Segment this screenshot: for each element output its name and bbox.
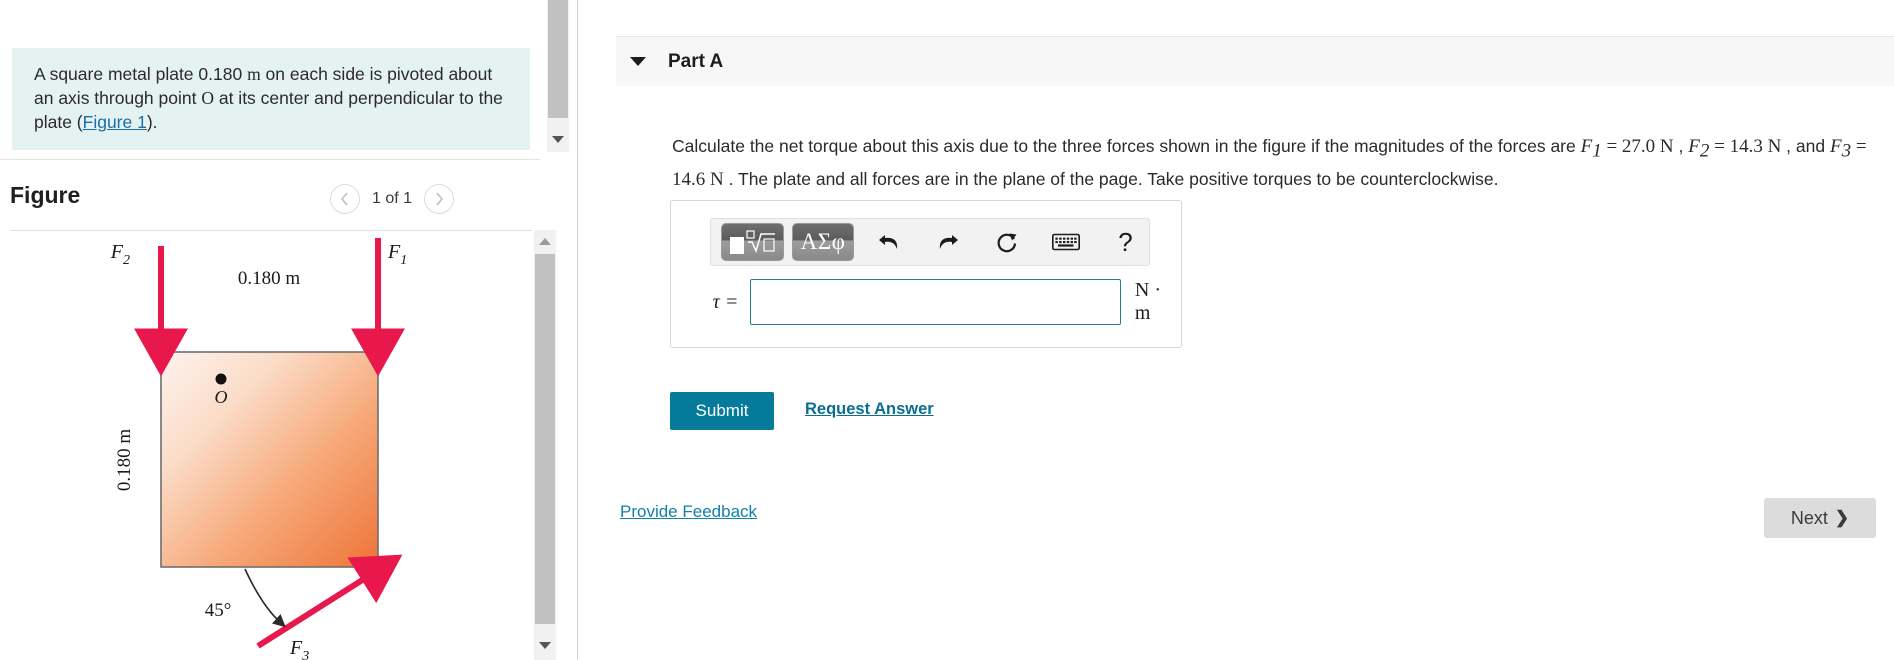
question-text: Calculate the net torque about this axis… (672, 133, 1882, 195)
answer-unit-label: N · m (1134, 279, 1162, 324)
metal-plate (160, 351, 379, 568)
question-sep-1: , (1673, 136, 1689, 156)
figure-counter: 1 of 1 (371, 190, 412, 207)
figure-1-link[interactable]: Figure 1 (83, 112, 147, 132)
chevron-right-icon (435, 192, 443, 206)
figure-header: Figure 1 of 1 (0, 178, 540, 230)
part-a-header[interactable]: Part A (616, 36, 1894, 86)
figure-scrollbar-thumb[interactable] (535, 254, 555, 624)
angle-label-45: 45° (205, 600, 232, 621)
chevron-down-icon (539, 641, 551, 649)
keyboard-icon (1052, 233, 1081, 251)
greek-symbols-label: ΑΣφ (800, 229, 846, 254)
question-text-a: Calculate the net torque about this axis… (672, 136, 1581, 156)
provide-feedback-link[interactable]: Provide Feedback (620, 502, 757, 522)
top-dimension-label: 0.180 m (238, 268, 301, 289)
exercise-page: A square metal plate 0.180 m on each sid… (0, 0, 1894, 660)
chevron-up-icon (539, 237, 551, 245)
figure-divider (10, 230, 532, 231)
figure-canvas: O F2 F1 0.180 m 0.180 m F3 45° (0, 234, 522, 660)
request-answer-link[interactable]: Request Answer (805, 400, 934, 419)
undo-button[interactable] (866, 222, 913, 262)
reset-button[interactable] (984, 222, 1031, 262)
left-dimension-label: 0.180 m (114, 429, 135, 492)
question-f2-symbol: F (1688, 136, 1700, 157)
chevron-right-icon: ❯ (1834, 508, 1850, 527)
force-f3-label: F3 (289, 637, 309, 660)
figure-scrollbar[interactable] (534, 230, 556, 660)
statement-text-1: A square metal plate 0.180 (34, 64, 248, 84)
statement-point-o: O (201, 88, 214, 109)
question-f1-symbol: F (1580, 136, 1593, 157)
problem-statement-region: A square metal plate 0.180 m on each sid… (0, 0, 540, 160)
keyboard-button[interactable] (1043, 222, 1090, 262)
question-f3-subscript: 3 (1841, 140, 1852, 162)
undo-arrow-icon (879, 235, 898, 249)
question-mark-icon: ? (1118, 226, 1133, 257)
part-a-title: Part A (668, 50, 724, 72)
question-f2-subscript: 2 (1699, 140, 1710, 162)
redo-arrow-icon (940, 235, 959, 249)
figure-navigation: 1 of 1 (329, 184, 454, 214)
statement-scroll-down-button[interactable] (547, 128, 569, 150)
help-button[interactable]: ? (1102, 222, 1149, 262)
redo-button[interactable] (925, 222, 972, 262)
statement-unit-m: m (247, 64, 261, 84)
caret-down-icon[interactable] (630, 57, 646, 66)
pivot-label-o: O (215, 387, 228, 407)
question-text-b: . The plate and all forces are in the pl… (723, 169, 1499, 189)
math-template-button[interactable] (721, 223, 785, 261)
question-f2-value: = 14.3 N (1709, 136, 1782, 157)
next-button[interactable]: Next ❯ (1764, 498, 1876, 538)
tau-variable-label: τ = (712, 290, 739, 313)
reset-circular-arrow-icon (997, 233, 1017, 253)
question-f1-value: = 27.0 N (1601, 136, 1674, 157)
force-f3-arrow (256, 554, 403, 649)
answer-input-row: τ = N · m (685, 279, 1181, 325)
question-sep-2: , and (1781, 136, 1830, 156)
problem-statement: A square metal plate 0.180 m on each sid… (12, 48, 530, 151)
figure-prev-button[interactable] (329, 184, 360, 214)
chevron-down-icon (552, 135, 564, 143)
greek-symbols-button[interactable]: ΑΣφ (792, 223, 854, 261)
radical-icon (745, 230, 775, 254)
math-template-icon (729, 230, 776, 254)
submit-button[interactable]: Submit (670, 392, 774, 430)
answer-input[interactable] (750, 279, 1121, 325)
figure-scroll-down-button[interactable] (534, 634, 556, 656)
pivot-point-dot (215, 373, 227, 385)
figure-next-button[interactable] (424, 184, 454, 214)
answer-entry-box: ΑΣφ ? τ = N · m (670, 200, 1182, 348)
statement-scrollbar-thumb[interactable] (548, 0, 568, 118)
question-f1-subscript: 1 (1592, 140, 1602, 162)
math-toolbar: ΑΣφ ? (710, 218, 1150, 266)
chevron-left-icon (341, 192, 349, 206)
plate-force-diagram: O F2 F1 0.180 m 0.180 m F3 45° (110, 238, 407, 660)
figure-scroll-up-button[interactable] (534, 230, 556, 252)
figure-title: Figure (10, 182, 81, 208)
statement-scrollbar[interactable] (547, 0, 569, 152)
next-button-label: Next (1790, 507, 1828, 528)
statement-text-4: ). (146, 112, 158, 133)
angle-arc (244, 568, 286, 628)
force-f1-label: F1 (387, 241, 407, 268)
right-panel: Part A Calculate the net torque about th… (578, 0, 1894, 660)
question-f3-symbol: F (1829, 136, 1842, 157)
force-f2-label: F2 (110, 241, 130, 268)
left-panel: A square metal plate 0.180 m on each sid… (0, 0, 578, 660)
